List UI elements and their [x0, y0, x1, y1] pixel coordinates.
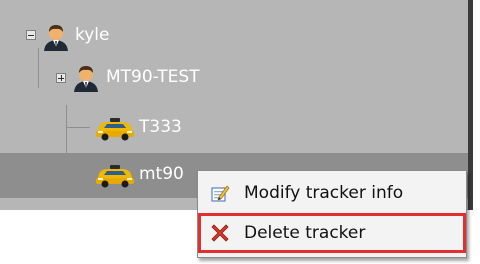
car-icon: [96, 165, 134, 188]
node-label: MT90-TEST: [106, 67, 200, 87]
tree-panel-border: [468, 0, 473, 210]
expand-icon[interactable]: [56, 73, 66, 83]
delete-icon: [211, 224, 229, 242]
menu-item-label: Modify tracker info: [244, 183, 404, 203]
edit-icon: [211, 185, 230, 202]
node-label: kyle: [75, 25, 110, 45]
tree-line: [66, 127, 90, 128]
user-icon: [44, 25, 68, 51]
tree-line: [66, 105, 67, 175]
node-label: mt90: [139, 164, 184, 184]
car-icon: [96, 118, 134, 141]
tracker-context-menu: Modify tracker info Delete tracker: [197, 170, 467, 258]
delete-tracker-menu-item[interactable]: Delete tracker: [198, 213, 466, 253]
modify-tracker-info-menu-item[interactable]: Modify tracker info: [200, 175, 464, 211]
node-label: T333: [139, 117, 182, 137]
tree-panel-bottom: [0, 198, 198, 210]
tree-line: [38, 48, 39, 88]
user-icon: [74, 66, 98, 92]
tree-line: [66, 175, 90, 176]
menu-item-label: Delete tracker: [244, 223, 366, 243]
collapse-icon[interactable]: [26, 30, 36, 40]
